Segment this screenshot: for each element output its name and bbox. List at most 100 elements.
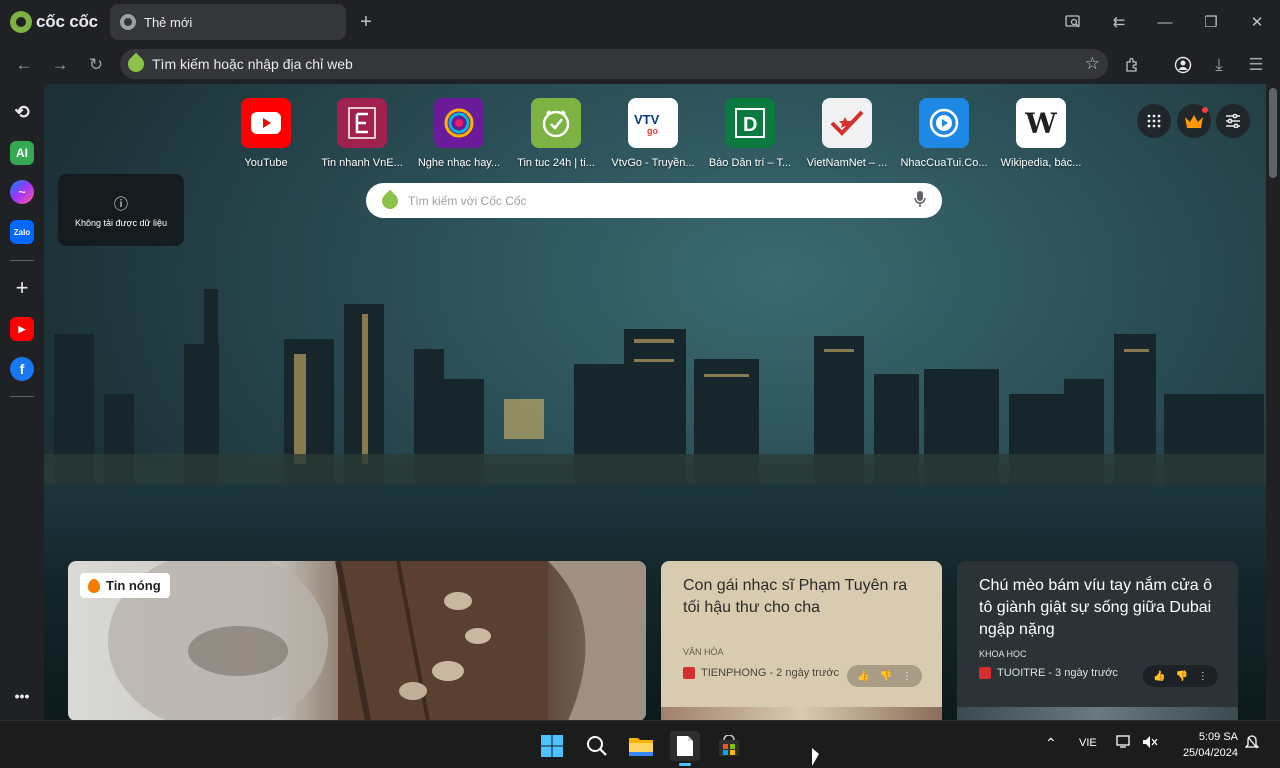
- news-source: TUOITRE - 3 ngày trước: [997, 667, 1118, 679]
- messenger-icon[interactable]: ~: [10, 180, 34, 204]
- speed-dial-label: VtvGo - Truyền...: [611, 157, 695, 169]
- news-image-strip: [957, 707, 1238, 720]
- speed-dial-vietnamnet[interactable]: VietNamNet – ...: [799, 98, 895, 169]
- zalo-icon[interactable]: Zalo: [10, 220, 34, 244]
- speed-dial-youtube[interactable]: YouTube: [218, 98, 314, 169]
- notepad-icon[interactable]: [670, 731, 700, 766]
- download-icon[interactable]: ⤓: [1206, 52, 1232, 78]
- notifications-icon[interactable]: [1244, 735, 1260, 754]
- file-explorer-icon[interactable]: [626, 731, 656, 761]
- speed-dial-vnexpress[interactable]: Tin nhanh VnE...: [314, 98, 410, 169]
- minimize-button[interactable]: —: [1150, 8, 1180, 36]
- back-to-tab-icon[interactable]: ⇇: [1104, 8, 1134, 36]
- news-meta: TIENPHONG - 2 ngày trước: [683, 667, 839, 679]
- news-source: TIENPHONG - 2 ngày trước: [701, 667, 840, 679]
- dislike-icon[interactable]: 👎: [1175, 671, 1187, 682]
- more-icon[interactable]: •••: [10, 684, 34, 708]
- menu-icon[interactable]: ☰: [1243, 52, 1269, 78]
- youtube-icon: [241, 98, 291, 148]
- speed-dial-nhaccuatui[interactable]: NhacCuaTui.Co...: [896, 98, 992, 169]
- apps-grid-icon[interactable]: [1137, 104, 1171, 138]
- more-options-icon[interactable]: ⋮: [902, 671, 912, 682]
- crown-icon[interactable]: [1177, 104, 1211, 138]
- speed-dial-dantri[interactable]: D Báo Dân trí – T...: [702, 98, 798, 169]
- windows-taskbar: ⌃ VIE 5:09 SA 25/04/2024: [0, 720, 1280, 768]
- news-card-hot[interactable]: Tin nóng: [68, 561, 646, 720]
- network-icon[interactable]: [1116, 735, 1132, 752]
- speed-dial-label: Nghe nhạc hay...: [417, 157, 501, 169]
- like-icon[interactable]: 👍: [857, 671, 869, 682]
- speed-dial-music[interactable]: Nghe nhạc hay...: [411, 98, 507, 169]
- active-indicator: [679, 763, 691, 766]
- news-card[interactable]: Con gái nhạc sĩ Phạm Tuyên ra tối hậu th…: [661, 561, 942, 720]
- dislike-icon[interactable]: 👎: [879, 671, 891, 682]
- speed-dial-label: Tin nhanh VnE...: [321, 157, 403, 169]
- like-icon[interactable]: 👍: [1153, 671, 1165, 682]
- clock-date: 25/04/2024: [1182, 747, 1238, 759]
- history-icon[interactable]: ⟲: [10, 100, 34, 124]
- add-app-icon[interactable]: +: [10, 275, 34, 300]
- youtube-sidebar-icon[interactable]: ▶: [10, 317, 34, 341]
- vietnamnet-icon: [822, 98, 872, 148]
- reload-button[interactable]: ↻: [83, 52, 109, 78]
- speed-dial-vtvgo[interactable]: VTV go VtvGo - Truyền...: [605, 98, 701, 169]
- ai-chat-icon[interactable]: AI: [10, 141, 34, 165]
- news-meta: TUOITRE - 3 ngày trước: [979, 667, 1118, 679]
- svg-text:D: D: [743, 114, 757, 136]
- customize-icon[interactable]: [1216, 104, 1250, 138]
- address-bar[interactable]: Tìm kiếm hoặc nhập địa chỉ web ☆: [120, 49, 1108, 79]
- profile-icon[interactable]: [1170, 52, 1196, 78]
- search-icon[interactable]: [582, 731, 612, 761]
- speed-dial-label: VietNamNet – ...: [806, 157, 888, 169]
- coccoc-leaf-icon: [124, 52, 148, 76]
- tab-favicon-icon: [120, 14, 136, 30]
- weather-message: Không tải được dữ liệu: [74, 218, 167, 228]
- svg-text:VTV: VTV: [634, 112, 660, 127]
- news-title[interactable]: Chú mèo bám víu tay nắm cửa ô tô giành g…: [979, 575, 1218, 641]
- scrollbar-thumb[interactable]: [1269, 88, 1277, 178]
- close-button[interactable]: ✕: [1242, 8, 1272, 36]
- dantri-icon: D: [725, 98, 775, 148]
- weather-widget[interactable]: ⓘ Không tải được dữ liệu: [58, 174, 184, 246]
- extensions-icon[interactable]: [1119, 52, 1145, 78]
- clock[interactable]: 5:09 SA 25/04/2024: [1168, 729, 1238, 761]
- volume-muted-icon[interactable]: [1142, 735, 1158, 752]
- hot-badge: Tin nóng: [80, 573, 170, 598]
- vtvgo-icon: VTV go: [628, 98, 678, 148]
- news-category: KHOA HỌC: [979, 649, 1027, 659]
- coccoc-logo[interactable]: cốc cốc: [10, 10, 98, 34]
- facebook-icon[interactable]: f: [10, 357, 34, 381]
- windows-start-icon[interactable]: [537, 731, 567, 761]
- nhaccuatui-icon: [919, 98, 969, 148]
- search-tabs-icon[interactable]: [1058, 8, 1088, 36]
- news-title[interactable]: Con gái nhạc sĩ Phạm Tuyên ra tối hậu th…: [683, 575, 922, 619]
- tab-new-tab[interactable]: Thẻ mới: [110, 4, 346, 40]
- forward-button[interactable]: →: [47, 52, 73, 78]
- microphone-icon[interactable]: [914, 191, 926, 211]
- mouse-cursor-icon: [812, 748, 819, 766]
- coccoc-leaf-icon: [378, 189, 402, 212]
- bookmark-star-icon[interactable]: ☆: [1085, 54, 1100, 74]
- hot-label: Tin nóng: [106, 578, 161, 593]
- address-bar-placeholder: Tìm kiếm hoặc nhập địa chỉ web: [152, 56, 353, 72]
- speed-dial-label: Tin tuc 24h | ti...: [517, 157, 595, 169]
- speed-dial-tintuc24h[interactable]: Tin tuc 24h | ti...: [508, 98, 604, 169]
- news-card[interactable]: Chú mèo bám víu tay nắm cửa ô tô giành g…: [957, 561, 1238, 720]
- microsoft-store-icon[interactable]: [714, 731, 744, 761]
- clock-icon: [531, 98, 581, 148]
- news-image-strip: [661, 707, 942, 720]
- language-indicator[interactable]: VIE: [1079, 737, 1097, 749]
- back-button[interactable]: ←: [11, 52, 37, 78]
- background-skyline: [44, 289, 1266, 484]
- search-box[interactable]: Tìm kiếm với Cốc Cốc: [366, 183, 942, 218]
- new-tab-button[interactable]: +: [354, 10, 378, 34]
- fire-icon: [88, 578, 100, 593]
- restore-button[interactable]: ❐: [1196, 8, 1226, 36]
- more-options-icon[interactable]: ⋮: [1198, 671, 1208, 682]
- search-placeholder: Tìm kiếm với Cốc Cốc: [408, 193, 527, 208]
- speed-dial-wikipedia[interactable]: W Wikipedia, bác...: [993, 98, 1089, 169]
- coccoc-logo-icon: [10, 11, 32, 33]
- page-scrollbar[interactable]: [1266, 84, 1280, 720]
- show-hidden-icons[interactable]: ⌃: [1045, 735, 1057, 752]
- new-tab-page: YouTube Tin nhanh VnE... Nghe nhạc hay..…: [44, 84, 1266, 720]
